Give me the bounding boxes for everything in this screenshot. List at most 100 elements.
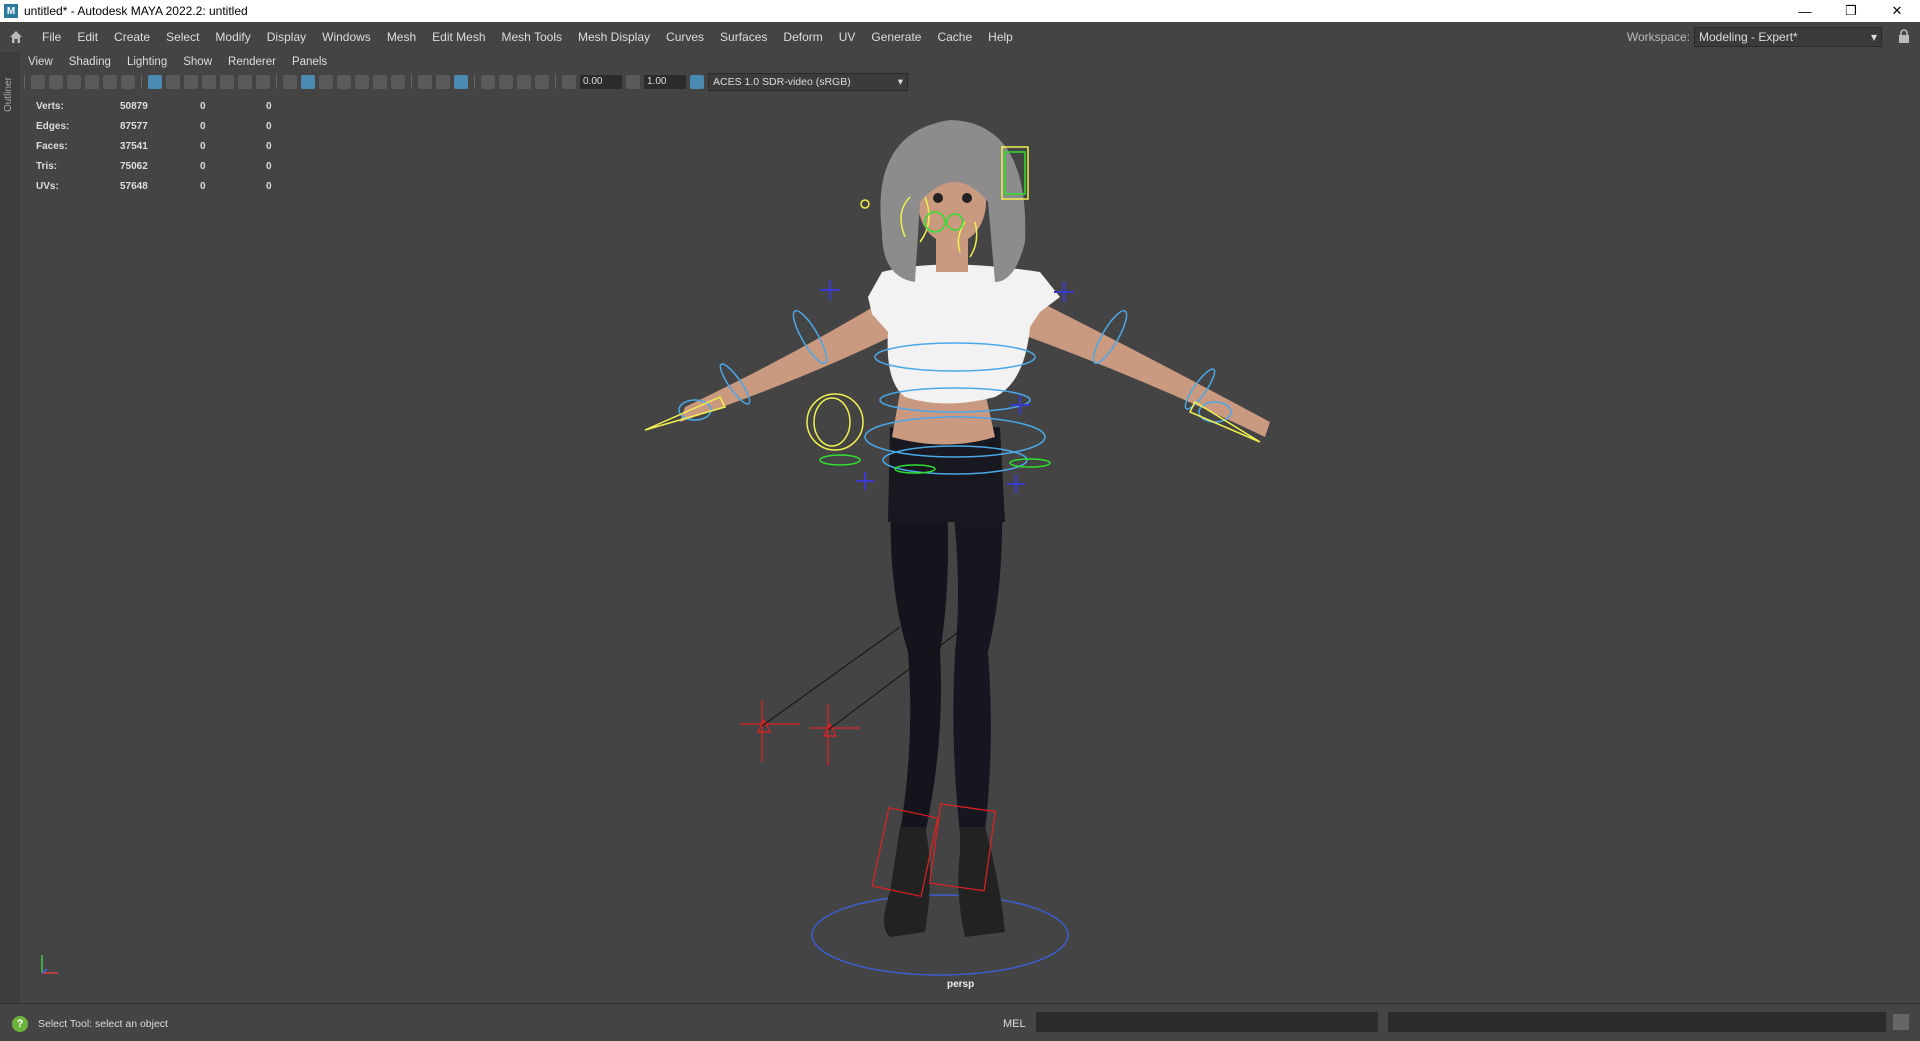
panel-menu-shading[interactable]: Shading — [61, 56, 119, 68]
menu-help[interactable]: Help — [980, 22, 1021, 52]
xray-joints-icon[interactable] — [535, 75, 549, 89]
command-line-input[interactable] — [1036, 1012, 1378, 1032]
panel-menu-panels[interactable]: Panels — [284, 56, 335, 68]
panel-menu-lighting[interactable]: Lighting — [119, 56, 175, 68]
menu-mesh-tools[interactable]: Mesh Tools — [494, 22, 570, 52]
bookmarks-icon[interactable] — [67, 75, 81, 89]
menu-edit-mesh[interactable]: Edit Mesh — [424, 22, 493, 52]
anti-aliasing-icon[interactable] — [454, 75, 468, 89]
smooth-shade-icon[interactable] — [301, 75, 315, 89]
restore-button[interactable]: ❐ — [1828, 0, 1874, 22]
chevron-down-icon: ▾ — [1870, 30, 1877, 44]
workspace-value: Modeling - Expert* — [1699, 30, 1798, 44]
panel-menu-view[interactable]: View — [20, 56, 61, 68]
menu-file[interactable]: File — [34, 22, 69, 52]
menu-display[interactable]: Display — [259, 22, 314, 52]
lock-icon[interactable] — [1898, 29, 1910, 43]
home-icon[interactable] — [6, 27, 26, 47]
close-button[interactable]: ✕ — [1874, 0, 1920, 22]
grease-pencil-icon[interactable] — [121, 75, 135, 89]
field-chart-icon[interactable] — [220, 75, 234, 89]
wireframe-icon[interactable] — [283, 75, 297, 89]
textured-icon[interactable] — [355, 75, 369, 89]
gamma-icon[interactable] — [626, 75, 640, 89]
xray-active-components-icon[interactable] — [517, 75, 531, 89]
script-language-toggle[interactable]: MEL — [1003, 1018, 1026, 1030]
use-all-lights-icon[interactable] — [373, 75, 387, 89]
menu-surfaces[interactable]: Surfaces — [712, 22, 775, 52]
menu-modify[interactable]: Modify — [207, 22, 258, 52]
menu-uv[interactable]: UV — [831, 22, 864, 52]
right-eye — [962, 193, 972, 203]
right-arm — [1015, 292, 1270, 437]
menu-mesh[interactable]: Mesh — [379, 22, 424, 52]
menu-generate[interactable]: Generate — [863, 22, 929, 52]
view-transform-dropdown[interactable]: ACES 1.0 SDR-video (sRGB) ▾ — [708, 73, 908, 91]
exposure-field[interactable]: 0.00 — [580, 75, 622, 89]
window-title: untitled* - Autodesk MAYA 2022.2: untitl… — [24, 4, 248, 18]
panel-toolbar: 0.00 1.00 ACES 1.0 SDR-video (sRGB) ▾ — [20, 72, 1920, 92]
root-control — [811, 894, 1069, 976]
motion-blur-icon[interactable] — [436, 75, 450, 89]
toolbar-divider — [474, 75, 475, 89]
2d-pan-zoom-icon[interactable] — [103, 75, 117, 89]
isolate-select-icon[interactable] — [481, 75, 495, 89]
default-material-icon[interactable] — [319, 75, 333, 89]
command-result-field — [1388, 1012, 1886, 1032]
workspace-label: Workspace: — [1626, 30, 1690, 44]
camera-name-label: persp — [947, 979, 975, 990]
right-shoe — [958, 827, 1005, 937]
exposure-icon[interactable] — [562, 75, 576, 89]
help-line-bar: ? Select Tool: select an object MEL — [0, 1003, 1920, 1041]
help-line-message: Select Tool: select an object — [38, 1018, 168, 1030]
toolbar-divider — [141, 75, 142, 89]
help-icon: ? — [12, 1016, 28, 1032]
workspace-selector: Workspace: Modeling - Expert* ▾ — [1627, 27, 1882, 47]
gamma-field[interactable]: 1.00 — [644, 75, 686, 89]
panel-menu-show[interactable]: Show — [175, 56, 220, 68]
left-arm — [680, 292, 900, 422]
outliner-label: Outliner — [3, 76, 14, 112]
script-editor-icon[interactable] — [1893, 1014, 1909, 1030]
workspace-dropdown[interactable]: Modeling - Expert* ▾ — [1694, 27, 1882, 47]
gate-mask-icon[interactable] — [202, 75, 216, 89]
ambient-occlusion-icon[interactable] — [418, 75, 432, 89]
toolbar-divider — [276, 75, 277, 89]
minimize-button[interactable]: — — [1782, 0, 1828, 22]
chevron-down-icon: ▾ — [897, 76, 903, 88]
safe-action-icon[interactable] — [238, 75, 252, 89]
left-eye — [933, 193, 943, 203]
resolution-gate-icon[interactable] — [184, 75, 198, 89]
menu-windows[interactable]: Windows — [314, 22, 379, 52]
menu-deform[interactable]: Deform — [775, 22, 830, 52]
panel-menu-renderer[interactable]: Renderer — [220, 56, 284, 68]
toolbar-divider — [24, 75, 25, 89]
menu-curves[interactable]: Curves — [658, 22, 712, 52]
xray-icon[interactable] — [499, 75, 513, 89]
color-management-icon[interactable] — [690, 75, 704, 89]
camera-attributes-icon[interactable] — [49, 75, 63, 89]
outliner-tab[interactable]: Outliner — [0, 52, 21, 1002]
film-gate-icon[interactable] — [166, 75, 180, 89]
window-controls: — ❐ ✕ — [1782, 0, 1920, 22]
grid-icon[interactable] — [148, 75, 162, 89]
menu-edit[interactable]: Edit — [69, 22, 106, 52]
safe-title-icon[interactable] — [256, 75, 270, 89]
maya-logo-icon: M — [4, 4, 18, 18]
menu-cache[interactable]: Cache — [929, 22, 980, 52]
rigged-character[interactable] — [20, 92, 1920, 1002]
image-plane-icon[interactable] — [85, 75, 99, 89]
viewport-persp[interactable]: Verts: 50879 0 0 Edges: 87577 0 0 Faces:… — [20, 92, 1920, 1002]
menu-create[interactable]: Create — [106, 22, 158, 52]
wireframe-on-shaded-icon[interactable] — [337, 75, 351, 89]
select-camera-icon[interactable] — [31, 75, 45, 89]
view-transform-value: ACES 1.0 SDR-video (sRGB) — [713, 76, 851, 88]
shadows-icon[interactable] — [391, 75, 405, 89]
toolbar-divider — [555, 75, 556, 89]
title-bar: M untitled* - Autodesk MAYA 2022.2: unti… — [0, 0, 1920, 22]
panel-menubar: View Shading Lighting Show Renderer Pane… — [20, 52, 1920, 72]
menu-mesh-display[interactable]: Mesh Display — [570, 22, 658, 52]
view-axis-indicator — [38, 947, 68, 980]
menu-select[interactable]: Select — [158, 22, 207, 52]
toolbar-divider — [411, 75, 412, 89]
